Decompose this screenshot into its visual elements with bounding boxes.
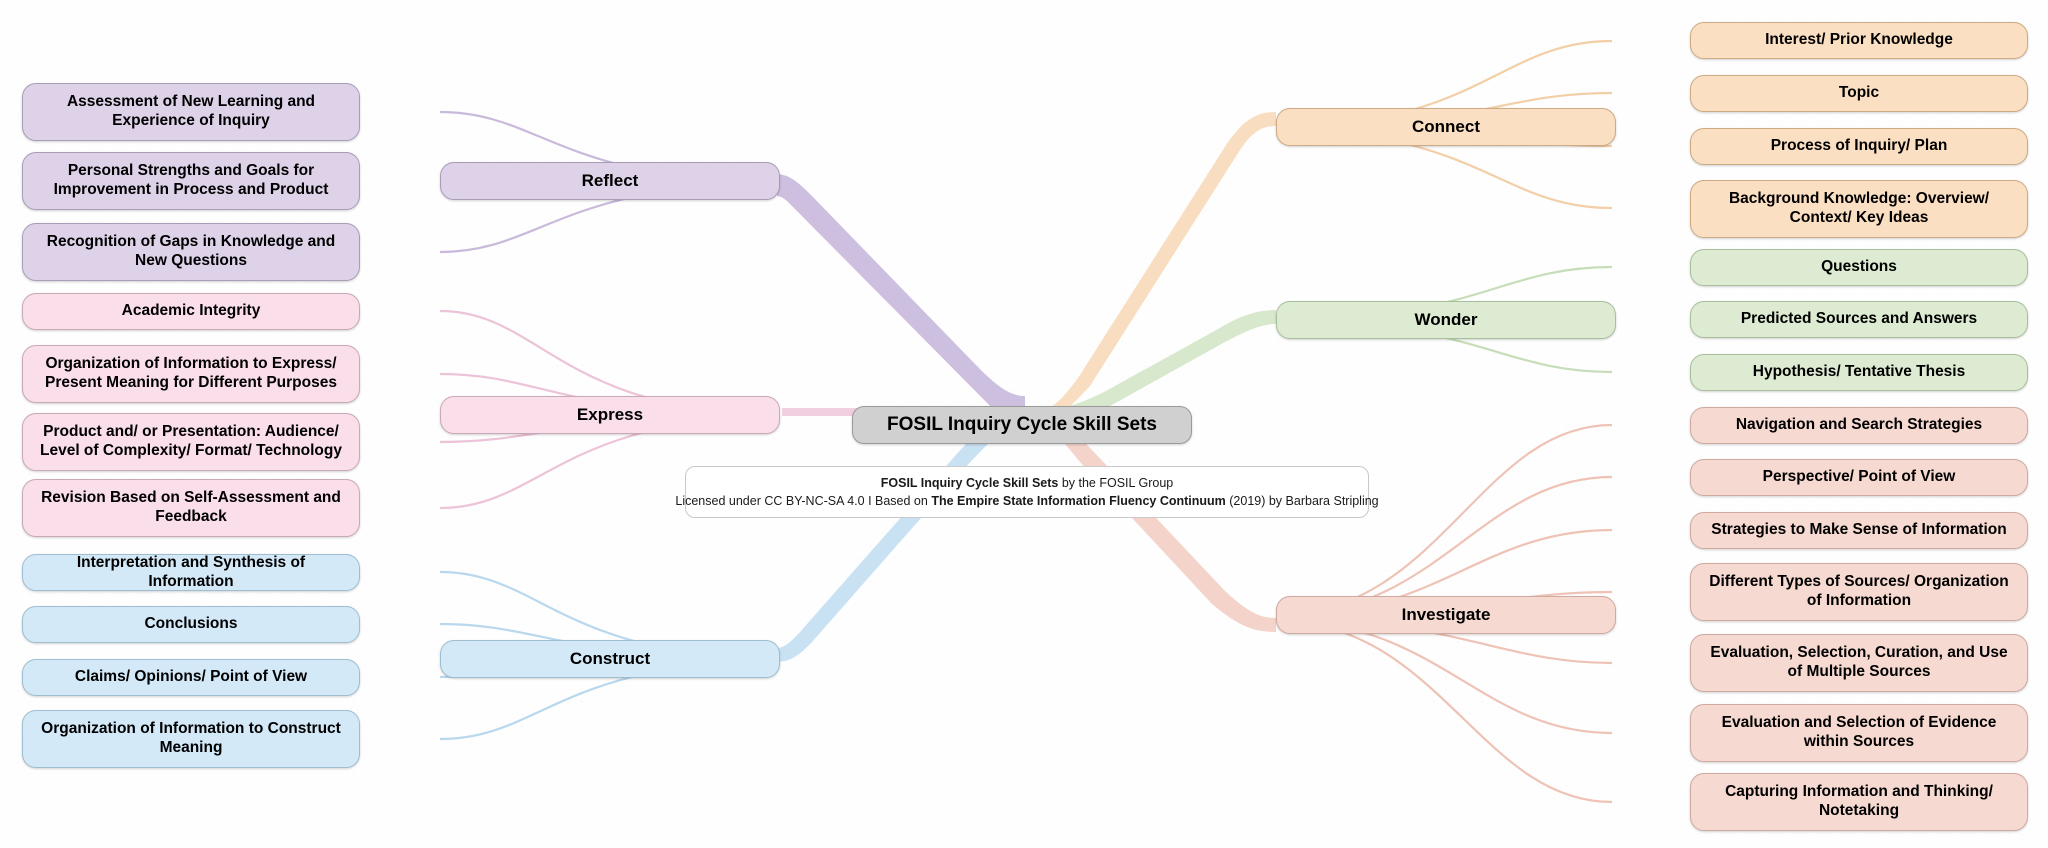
leaf-label-investigate-4: Evaluation, Selection, Curation, and Use… (1710, 644, 2008, 680)
leaf-node-connect-3[interactable]: Background Knowledge: Overview/ Context/… (1690, 180, 2028, 238)
branch-label-connect: Connect (1412, 116, 1480, 136)
leaf-node-express-3[interactable]: Revision Based on Self-Assessment and Fe… (22, 479, 360, 537)
license-attribution-box: FOSIL Inquiry Cycle Skill Sets by the FO… (675, 466, 1379, 518)
leaf-label-investigate-5: Evaluation and Selection of Evidence wit… (1721, 714, 1997, 750)
edge-investigate-5 (1275, 618, 1613, 735)
trunk-connect (1035, 112, 1276, 424)
leaf-label-express-0: Academic Integrity (121, 302, 261, 320)
leaf-node-construct-1[interactable]: Conclusions (22, 606, 360, 643)
leaf-node-connect-0[interactable]: Interest/ Prior Knowledge (1690, 22, 2028, 59)
branch-label-reflect: Reflect (581, 170, 639, 190)
leaf-label-reflect-0: Assessment of New Learning and Experienc… (66, 93, 316, 129)
branch-node-express[interactable]: Express (440, 396, 780, 434)
leaf-label-express-1: Organization of Information to Express/ … (45, 355, 337, 391)
branch-node-construct[interactable]: Construct (440, 640, 780, 678)
leaf-node-wonder-2[interactable]: Hypothesis/ Tentative Thesis (1690, 354, 2028, 391)
branch-node-investigate[interactable]: Investigate (1276, 596, 1616, 634)
leaf-node-connect-1[interactable]: Topic (1690, 75, 2028, 112)
leaf-label-connect-2: Process of Inquiry/ Plan (1770, 137, 1948, 155)
branch-label-express: Express (576, 404, 644, 424)
leaf-node-investigate-5[interactable]: Evaluation and Selection of Evidence wit… (1690, 704, 2028, 762)
leaf-node-investigate-2[interactable]: Strategies to Make Sense of Information (1690, 512, 2028, 549)
leaf-node-reflect-2[interactable]: Recognition of Gaps in Knowledge and New… (22, 223, 360, 281)
branch-label-investigate: Investigate (1401, 604, 1491, 624)
trunk-construct (776, 410, 1028, 662)
leaf-node-construct-0[interactable]: Interpretation and Synthesis of Informat… (22, 554, 360, 591)
leaf-label-construct-1: Conclusions (144, 615, 238, 633)
license-title: FOSIL Inquiry Cycle Skill Sets (880, 475, 1059, 490)
leaf-label-investigate-0: Navigation and Search Strategies (1735, 416, 1983, 434)
leaf-node-investigate-0[interactable]: Navigation and Search Strategies (1690, 407, 2028, 444)
leaf-label-express-3: Revision Based on Self-Assessment and Fe… (41, 489, 341, 525)
edge-investigate-0 (1275, 423, 1613, 617)
license-line-2: Licensed under CC BY-NC-SA 4.0 I Based o… (675, 492, 1378, 510)
leaf-label-reflect-1: Personal Strengths and Goals for Improve… (53, 162, 329, 198)
leaf-label-wonder-0: Questions (1821, 258, 1897, 276)
mindmap-canvas: FOSIL Inquiry Cycle Skill Sets FOSIL Inq… (0, 0, 2048, 848)
leaf-node-express-2[interactable]: Product and/ or Presentation: Audience/ … (22, 413, 360, 471)
leaf-node-investigate-4[interactable]: Evaluation, Selection, Curation, and Use… (1690, 634, 2028, 692)
leaf-node-wonder-0[interactable]: Questions (1690, 249, 2028, 286)
leaf-node-express-0[interactable]: Academic Integrity (22, 293, 360, 330)
license-source-title: The Empire State Information Fluency Con… (931, 494, 1226, 508)
branch-node-wonder[interactable]: Wonder (1276, 301, 1616, 339)
branch-label-wonder: Wonder (1414, 309, 1478, 329)
leaf-label-construct-0: Interpretation and Synthesis of Informat… (76, 553, 306, 590)
leaf-label-investigate-3: Different Types of Sources/ Organization… (1709, 573, 2009, 609)
leaf-node-investigate-3[interactable]: Different Types of Sources/ Organization… (1690, 563, 2028, 621)
branch-node-reflect[interactable]: Reflect (440, 162, 780, 200)
trunk-reflect-body (776, 174, 1025, 412)
leaf-label-connect-0: Interest/ Prior Knowledge (1765, 31, 1953, 49)
leaf-label-connect-3: Background Knowledge: Overview/ Context/… (1728, 190, 1990, 226)
leaf-label-connect-1: Topic (1838, 84, 1880, 102)
leaf-node-reflect-1[interactable]: Personal Strengths and Goals for Improve… (22, 152, 360, 210)
leaf-node-express-1[interactable]: Organization of Information to Express/ … (22, 345, 360, 403)
leaf-node-construct-2[interactable]: Claims/ Opinions/ Point of View (22, 659, 360, 696)
trunk-investigate (1034, 412, 1276, 632)
leaf-label-construct-3: Organization of Information to Construct… (41, 720, 341, 756)
leaf-node-construct-3[interactable]: Organization of Information to Construct… (22, 710, 360, 768)
leaf-label-reflect-2: Recognition of Gaps in Knowledge and New… (46, 233, 336, 269)
branch-node-connect[interactable]: Connect (1276, 108, 1616, 146)
trunk-reflect (770, 181, 1030, 419)
edge-investigate-6 (1275, 619, 1613, 804)
leaf-node-investigate-1[interactable]: Perspective/ Point of View (1690, 459, 2028, 496)
center-node-label: FOSIL Inquiry Cycle Skill Sets (887, 414, 1157, 436)
leaf-label-wonder-2: Hypothesis/ Tentative Thesis (1752, 363, 1966, 381)
license-source-rest: (2019) by Barbara Stripling (1225, 494, 1379, 508)
leaf-label-investigate-6: Capturing Information and Thinking/ Note… (1725, 783, 1993, 819)
leaf-node-reflect-0[interactable]: Assessment of New Learning and Experienc… (22, 83, 360, 141)
center-node[interactable]: FOSIL Inquiry Cycle Skill Sets (852, 406, 1192, 444)
license-author: by the FOSIL Group (1058, 475, 1174, 490)
leaf-node-connect-2[interactable]: Process of Inquiry/ Plan (1690, 128, 2028, 165)
leaf-label-investigate-1: Perspective/ Point of View (1762, 468, 1956, 486)
leaf-label-investigate-2: Strategies to Make Sense of Information (1711, 521, 2007, 539)
branch-label-construct: Construct (569, 648, 651, 668)
license-terms: Licensed under CC BY-NC-SA 4.0 I Based o… (675, 494, 932, 508)
leaf-label-express-2: Product and/ or Presentation: Audience/ … (39, 423, 342, 459)
leaf-label-construct-2: Claims/ Opinions/ Point of View (74, 668, 308, 686)
license-line-1: FOSIL Inquiry Cycle Skill Sets by the FO… (881, 474, 1173, 492)
leaf-node-wonder-1[interactable]: Predicted Sources and Answers (1690, 301, 2028, 338)
leaf-label-wonder-1: Predicted Sources and Answers (1740, 310, 1978, 328)
leaf-node-investigate-6[interactable]: Capturing Information and Thinking/ Note… (1690, 773, 2028, 831)
